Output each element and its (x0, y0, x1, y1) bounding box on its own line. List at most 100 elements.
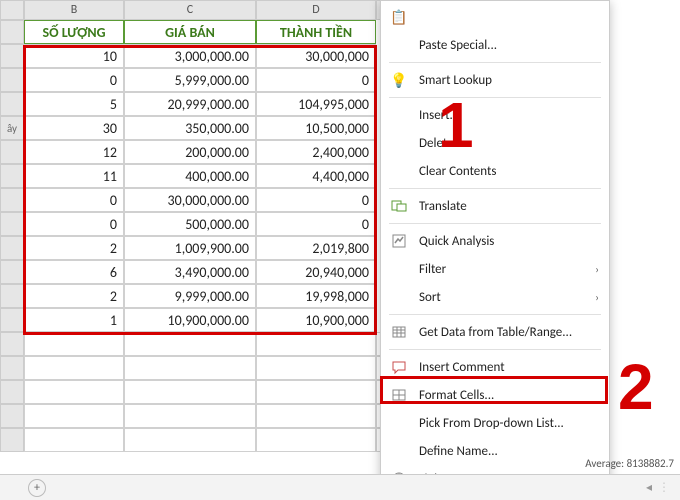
cell[interactable] (256, 380, 376, 404)
cell[interactable]: 1,009,900.00 (124, 236, 256, 260)
row-head[interactable] (0, 332, 24, 356)
row-head[interactable] (0, 188, 24, 212)
cell[interactable]: 3,000,000.00 (124, 44, 256, 68)
menu-sort[interactable]: Sort › (381, 283, 609, 311)
cell[interactable]: 10,500,000 (256, 116, 376, 140)
menu-get-data[interactable]: Get Data from Table/Range... (381, 318, 609, 346)
cell[interactable]: 10 (24, 44, 124, 68)
cell[interactable] (24, 404, 124, 428)
row-head[interactable] (0, 284, 24, 308)
cell[interactable] (256, 356, 376, 380)
cell[interactable]: 200,000.00 (124, 140, 256, 164)
header-thanh-tien[interactable]: THÀNH TIỀN (256, 20, 376, 44)
cell[interactable] (24, 380, 124, 404)
cell[interactable]: 0 (256, 188, 376, 212)
menu-separator (389, 349, 601, 350)
cell[interactable]: 30,000,000.00 (124, 188, 256, 212)
menu-define-name[interactable]: Define Name... (381, 437, 609, 465)
cell[interactable]: 20,940,000 (256, 260, 376, 284)
menu-label: Quick Analysis (419, 234, 494, 249)
cell[interactable]: 104,995,000 (256, 92, 376, 116)
cell[interactable]: 9,999,000.00 (124, 284, 256, 308)
col-head-d[interactable]: D (256, 0, 376, 20)
cell[interactable]: 3,490,000.00 (124, 260, 256, 284)
cell[interactable] (24, 356, 124, 380)
cell[interactable]: 1 (24, 308, 124, 332)
add-sheet-button[interactable]: + (28, 479, 46, 497)
row-head[interactable] (0, 140, 24, 164)
menu-paste-options[interactable]: 📋 (381, 3, 609, 31)
cell[interactable]: 30,000,000 (256, 44, 376, 68)
cell[interactable]: 4,400,000 (256, 164, 376, 188)
cell[interactable]: 2 (24, 236, 124, 260)
cell[interactable]: 350,000.00 (124, 116, 256, 140)
tab-scroll-left[interactable]: ◂ (646, 480, 652, 495)
cell[interactable]: 20,999,000.00 (124, 92, 256, 116)
cell[interactable] (124, 356, 256, 380)
cell[interactable]: 0 (24, 188, 124, 212)
menu-insert-comment[interactable]: Insert Comment (381, 353, 609, 381)
row-head[interactable] (0, 428, 24, 452)
row-head[interactable] (0, 92, 24, 116)
select-all-corner[interactable] (0, 0, 24, 20)
row-head[interactable] (0, 164, 24, 188)
menu-format-cells[interactable]: Format Cells... (381, 381, 609, 409)
cell[interactable]: 30 (24, 116, 124, 140)
menu-delete[interactable]: Delete... (381, 129, 609, 157)
cell[interactable]: 2,019,800 (256, 236, 376, 260)
cell[interactable]: 10,900,000.00 (124, 308, 256, 332)
cell[interactable] (256, 428, 376, 452)
cell[interactable]: 5,999,000.00 (124, 68, 256, 92)
cell[interactable] (24, 428, 124, 452)
cell[interactable]: 6 (24, 260, 124, 284)
menu-smart-lookup[interactable]: 💡 Smart Lookup (381, 66, 609, 94)
chevron-right-icon: › (595, 263, 599, 276)
row-head[interactable] (0, 236, 24, 260)
row-head[interactable] (0, 68, 24, 92)
menu-translate[interactable]: Translate (381, 192, 609, 220)
cell[interactable]: 11 (24, 164, 124, 188)
cell[interactable]: 19,998,000 (256, 284, 376, 308)
row-head[interactable] (0, 380, 24, 404)
row-head[interactable]: ây (0, 116, 24, 140)
menu-separator (389, 97, 601, 98)
cell[interactable] (256, 404, 376, 428)
menu-insert[interactable]: Insert... (381, 101, 609, 129)
menu-paste-special[interactable]: Paste Special... (381, 31, 609, 59)
cell[interactable]: 5 (24, 92, 124, 116)
cell[interactable] (124, 332, 256, 356)
menu-clear-contents[interactable]: Clear Contents (381, 157, 609, 185)
cell[interactable] (256, 332, 376, 356)
cell[interactable]: 0 (24, 212, 124, 236)
cell[interactable]: 0 (256, 212, 376, 236)
col-head-b[interactable]: B (24, 0, 124, 20)
row-head[interactable] (0, 20, 24, 44)
cell[interactable]: 2 (24, 284, 124, 308)
row-head[interactable] (0, 44, 24, 68)
cell[interactable]: 12 (24, 140, 124, 164)
row-head[interactable] (0, 356, 24, 380)
row-head[interactable] (0, 404, 24, 428)
blank-icon (389, 36, 409, 54)
cell[interactable]: 0 (256, 68, 376, 92)
cell[interactable]: 400,000.00 (124, 164, 256, 188)
cell[interactable]: 2,400,000 (256, 140, 376, 164)
menu-filter[interactable]: Filter › (381, 255, 609, 283)
menu-quick-analysis[interactable]: Quick Analysis (381, 227, 609, 255)
menu-label: Pick From Drop-down List... (419, 416, 564, 431)
cell[interactable] (124, 428, 256, 452)
cell[interactable]: 0 (24, 68, 124, 92)
cell[interactable] (124, 404, 256, 428)
translate-icon (389, 197, 409, 215)
cell[interactable] (24, 332, 124, 356)
row-head[interactable] (0, 212, 24, 236)
menu-pick-list[interactable]: Pick From Drop-down List... (381, 409, 609, 437)
cell[interactable]: 10,900,000 (256, 308, 376, 332)
col-head-c[interactable]: C (124, 0, 256, 20)
row-head[interactable] (0, 260, 24, 284)
cell[interactable]: 500,000.00 (124, 212, 256, 236)
header-so-luong[interactable]: SỐ LƯỢNG (24, 20, 124, 44)
header-gia-ban[interactable]: GIÁ BÁN (124, 20, 256, 44)
row-head[interactable] (0, 308, 24, 332)
cell[interactable] (124, 380, 256, 404)
